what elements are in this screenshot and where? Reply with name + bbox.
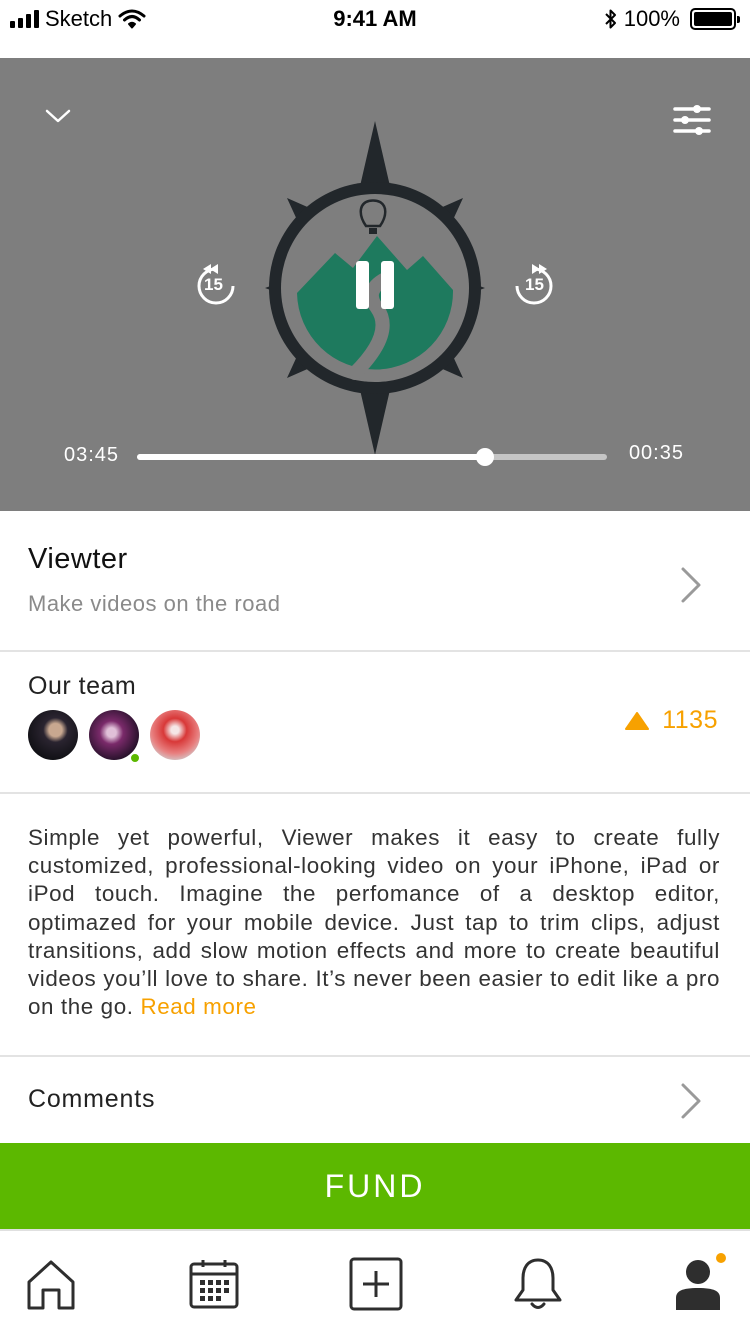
project-title: Viewter	[28, 543, 128, 575]
team-avatars	[28, 710, 200, 764]
upvote-button[interactable]: 1135	[624, 706, 718, 735]
wifi-icon	[118, 9, 146, 29]
carrier-name: Sketch	[45, 6, 113, 31]
add-icon	[349, 1257, 403, 1311]
progress-knob[interactable]	[475, 448, 494, 466]
sliders-icon	[673, 105, 711, 135]
status-left: Sketch	[10, 6, 146, 32]
forward-15-button[interactable]: 15	[508, 259, 560, 311]
project-subtitle: Make videos on the road	[28, 591, 281, 616]
pause-icon	[356, 261, 394, 309]
calendar-icon	[189, 1260, 239, 1309]
video-player[interactable]: 15 15 03:45 00:35	[0, 58, 750, 511]
read-more-link[interactable]: Read more	[140, 994, 256, 1019]
status-bar: Sketch 9:41 AM 100%	[0, 0, 750, 38]
upvote-count: 1135	[662, 706, 718, 734]
avatar[interactable]	[150, 710, 200, 760]
team-row: Our team 1135	[0, 652, 750, 794]
player-settings-button[interactable]	[668, 98, 716, 142]
notification-dot	[716, 1253, 726, 1263]
bluetooth-icon	[605, 9, 616, 29]
comments-row[interactable]: Comments	[0, 1057, 750, 1143]
chevron-right-icon	[681, 567, 701, 603]
signal-icon	[10, 10, 39, 28]
forward-seconds: 15	[525, 275, 544, 294]
profile-icon	[676, 1260, 720, 1310]
tab-notifications[interactable]	[508, 1253, 568, 1315]
progress-slider[interactable]	[137, 448, 607, 466]
fund-button[interactable]: FUND	[0, 1143, 750, 1229]
chevron-right-icon	[681, 1083, 701, 1119]
description: Simple yet powerful, Viewer makes it eas…	[28, 824, 720, 1021]
pause-button[interactable]	[340, 250, 410, 320]
tab-calendar[interactable]	[184, 1253, 244, 1315]
description-row: Simple yet powerful, Viewer makes it eas…	[0, 794, 750, 1057]
team-heading: Our team	[28, 672, 137, 700]
tab-add[interactable]	[346, 1253, 406, 1315]
description-text: Simple yet powerful, Viewer makes it eas…	[28, 825, 720, 1020]
project-title-row[interactable]: Viewter Make videos on the road	[0, 511, 750, 652]
arrow-up-icon	[625, 711, 650, 730]
bell-icon	[514, 1258, 562, 1309]
tab-home[interactable]	[21, 1253, 81, 1315]
status-right: 100%	[604, 6, 740, 32]
avatar[interactable]	[89, 710, 141, 764]
battery-percent: 100%	[623, 6, 680, 31]
tab-bar	[0, 1229, 750, 1334]
avatar[interactable]	[28, 710, 78, 760]
remaining-time: 00:35	[628, 442, 684, 464]
comments-label: Comments	[28, 1085, 156, 1113]
battery-icon	[690, 8, 740, 30]
progress-fill	[137, 454, 485, 460]
rewind-15-button[interactable]: 15	[190, 259, 242, 311]
tab-profile[interactable]	[668, 1253, 728, 1315]
collapse-button[interactable]	[36, 98, 80, 134]
online-status-dot	[129, 752, 141, 764]
rewind-seconds: 15	[204, 275, 223, 294]
chevron-down-icon	[45, 109, 71, 123]
home-icon	[27, 1260, 75, 1310]
elapsed-time: 03:45	[64, 444, 120, 466]
